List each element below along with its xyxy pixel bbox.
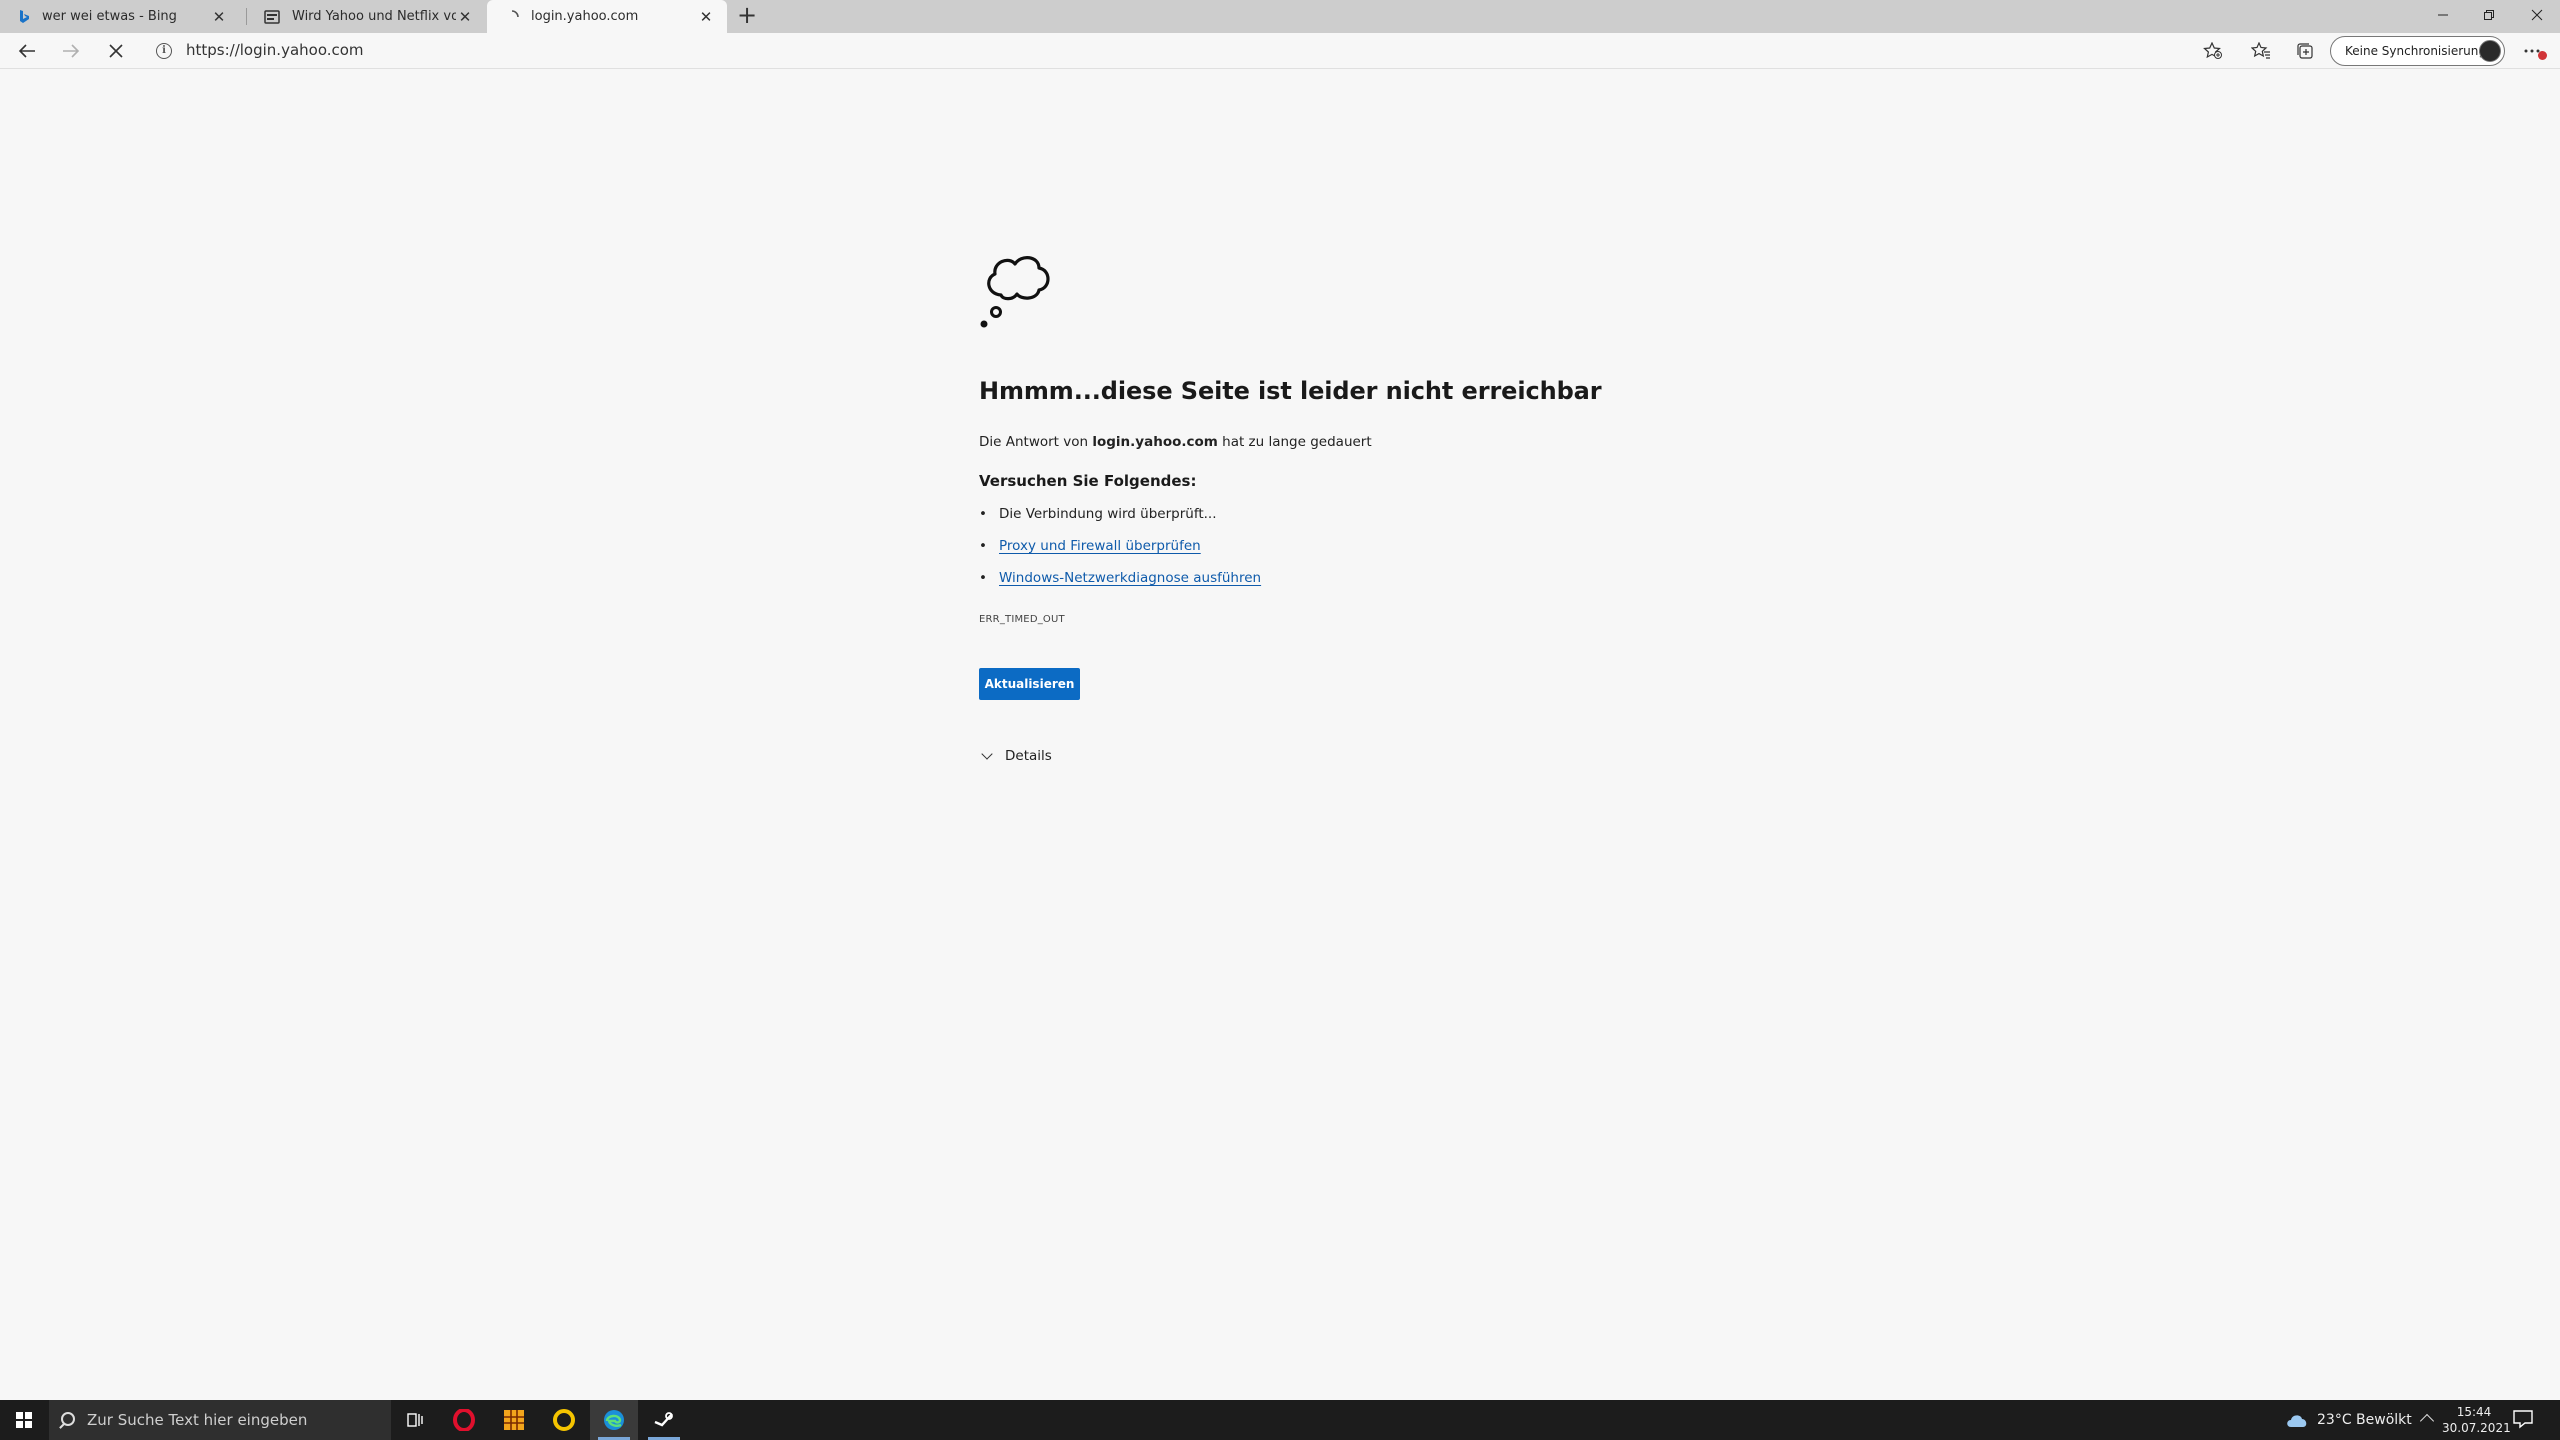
- taskbar-search-input[interactable]: Zur Suche Text hier eingeben: [49, 1400, 391, 1440]
- avatar: [2479, 40, 2501, 62]
- thought-cloud-icon: [980, 256, 1050, 328]
- suggestion-proxy-firewall: Proxy und Firewall überprüfen: [979, 537, 1261, 569]
- steam-icon: [654, 1412, 673, 1427]
- details-toggle[interactable]: Details: [981, 748, 1052, 764]
- reload-button[interactable]: Aktualisieren: [979, 668, 1080, 700]
- start-button[interactable]: [0, 1400, 48, 1440]
- stop-loading-button[interactable]: [101, 38, 131, 64]
- tab-title: Wird Yahoo und Netflix von Wind: [292, 9, 456, 24]
- back-button[interactable]: [12, 38, 42, 64]
- windows-taskbar: Zur Suche Text hier eingeben 23°C Bewölk…: [0, 1400, 2560, 1440]
- error-description: Die Antwort von login.yahoo.com hat zu l…: [979, 434, 1372, 450]
- yellow-circle-app-icon: [553, 1409, 575, 1431]
- site-info-icon[interactable]: i: [156, 43, 172, 59]
- error-description-prefix: Die Antwort von: [979, 434, 1093, 450]
- tab-title: login.yahoo.com: [531, 9, 639, 24]
- weather-text: 23°C Bewölkt: [2317, 1412, 2412, 1428]
- forward-button[interactable]: [56, 38, 86, 64]
- proxy-firewall-link[interactable]: Proxy und Firewall überprüfen: [999, 538, 1201, 554]
- suggestions-list: Die Verbindung wird überprüft... Proxy u…: [979, 505, 1261, 601]
- notification-badge: [2538, 51, 2547, 60]
- stop-icon: [109, 44, 123, 58]
- notification-center-icon[interactable]: [2512, 1409, 2534, 1429]
- network-diagnostics-link[interactable]: Windows-Netzwerkdiagnose ausführen: [999, 570, 1261, 586]
- close-window-button[interactable]: [2514, 0, 2560, 30]
- tray-overflow-icon[interactable]: [2419, 1413, 2435, 1429]
- cloud-weather-icon: [2287, 1415, 2307, 1427]
- tab-yahoo-netflix[interactable]: Wird Yahoo und Netflix von Wind ✕: [246, 0, 486, 33]
- arrow-right-icon: [63, 44, 80, 58]
- windows-logo-icon: [16, 1412, 32, 1428]
- sync-label: Keine Synchronisierung: [2345, 44, 2486, 58]
- favorites-icon: [2251, 42, 2270, 59]
- clock-date: 30.07.2021: [2442, 1421, 2511, 1435]
- collections-button[interactable]: [2290, 38, 2320, 64]
- taskbar-app-yellow[interactable]: [540, 1400, 588, 1440]
- search-icon: [61, 1412, 75, 1426]
- new-tab-button[interactable]: +: [732, 2, 762, 30]
- address-bar[interactable]: https://login.yahoo.com: [186, 41, 364, 59]
- grid-app-icon: [504, 1410, 524, 1430]
- error-host: login.yahoo.com: [1092, 434, 1218, 450]
- tab-title: wer wei etwas - Bing: [42, 9, 177, 24]
- error-code: ERR_TIMED_OUT: [979, 614, 1065, 625]
- document-icon: [264, 9, 280, 24]
- star-add-icon: [2203, 42, 2222, 59]
- page-title: Hmmm...diese Seite ist leider nicht erre…: [979, 377, 1602, 405]
- weather-widget[interactable]: 23°C Bewölkt: [2285, 1400, 2412, 1440]
- edge-icon: [604, 1410, 624, 1430]
- minimize-button[interactable]: [2420, 0, 2466, 30]
- minimize-icon: [2438, 14, 2448, 16]
- tab-login-yahoo[interactable]: login.yahoo.com ✕: [487, 0, 727, 33]
- add-favorite-button[interactable]: [2198, 38, 2228, 64]
- favorites-button[interactable]: [2246, 38, 2276, 64]
- tab-strip: wer wei etwas - Bing ✕ Wird Yahoo und Ne…: [0, 0, 2560, 33]
- taskbar-app-steam[interactable]: [640, 1400, 688, 1440]
- taskbar-app-edge[interactable]: [590, 1400, 638, 1440]
- browser-toolbar: i https://login.yahoo.com Keine Synchron…: [0, 33, 2560, 69]
- suggestions-heading: Versuchen Sie Folgendes:: [979, 472, 1197, 490]
- chevron-down-icon: [981, 748, 993, 760]
- restore-icon: [2484, 10, 2494, 20]
- close-icon: [2531, 9, 2543, 21]
- taskbar-app-opera[interactable]: [440, 1400, 488, 1440]
- tab-close-icon[interactable]: ✕: [456, 8, 474, 26]
- tab-close-icon[interactable]: ✕: [697, 8, 715, 26]
- suggestion-checking-connection: Die Verbindung wird überprüft...: [979, 505, 1261, 537]
- taskbar-clock[interactable]: 15:44 30.07.2021: [2442, 1404, 2511, 1436]
- task-view-icon: [407, 1413, 423, 1427]
- loading-icon: [511, 9, 519, 17]
- details-label: Details: [1005, 748, 1052, 764]
- task-view-button[interactable]: [392, 1400, 440, 1440]
- opera-icon: [453, 1409, 475, 1431]
- sync-profile-button[interactable]: Keine Synchronisierung: [2330, 36, 2505, 66]
- tab-bing[interactable]: wer wei etwas - Bing ✕: [0, 0, 240, 33]
- taskbar-app-file-explorer[interactable]: [490, 1400, 538, 1440]
- suggestion-network-diagnostics: Windows-Netzwerkdiagnose ausführen: [979, 569, 1261, 601]
- collections-icon: [2297, 43, 2313, 59]
- search-placeholder: Zur Suche Text hier eingeben: [87, 1411, 308, 1429]
- bing-icon: [20, 9, 29, 23]
- arrow-left-icon: [18, 44, 35, 58]
- restore-button[interactable]: [2466, 0, 2512, 30]
- error-description-suffix: hat zu lange gedauert: [1217, 434, 1372, 450]
- clock-time: 15:44: [2456, 1405, 2492, 1419]
- tab-close-icon[interactable]: ✕: [210, 8, 228, 26]
